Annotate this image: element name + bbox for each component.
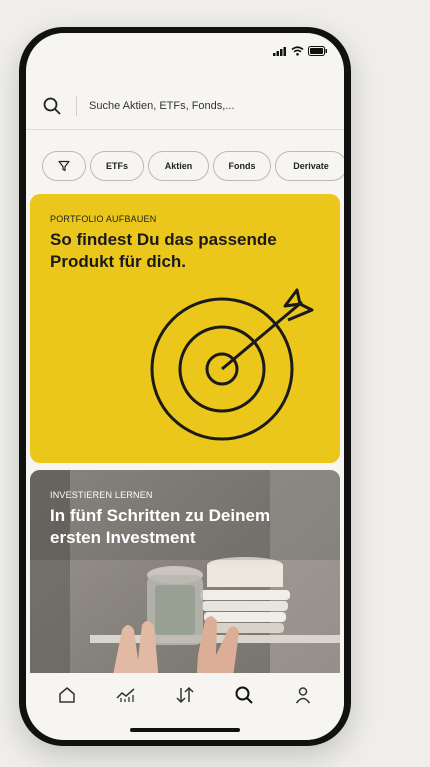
search-divider	[76, 96, 77, 116]
tab-profile[interactable]	[283, 675, 323, 715]
tab-markets[interactable]	[106, 675, 146, 715]
filter-button[interactable]	[42, 151, 86, 181]
status-bar	[273, 46, 328, 56]
chip-etfs[interactable]: ETFs	[90, 151, 144, 181]
search-input[interactable]: Suche Aktien, ETFs, Fonds,...	[89, 100, 235, 112]
search-icon	[235, 686, 253, 704]
card-title: So findest Du das passende Produkt für d…	[50, 230, 277, 271]
card-eyebrow: PORTFOLIO AUFBAUEN	[50, 214, 157, 224]
funnel-icon	[58, 160, 70, 172]
tab-home[interactable]	[47, 675, 87, 715]
chip-derivate[interactable]: Derivate	[275, 151, 344, 181]
filter-chips: ETFs Aktien Fonds Derivate	[42, 151, 344, 181]
transfer-arrows-icon	[176, 686, 194, 704]
chip-fonds[interactable]: Fonds	[213, 151, 271, 181]
chart-icon	[116, 688, 135, 702]
home-icon	[59, 687, 76, 703]
battery-icon	[308, 46, 327, 56]
phone-frame: Suche Aktien, ETFs, Fonds,... ETFs Aktie…	[19, 27, 351, 746]
signal-icon	[273, 46, 286, 56]
tab-transfer[interactable]	[165, 675, 205, 715]
chip-aktien[interactable]: Aktien	[148, 151, 209, 181]
search-icon[interactable]	[42, 96, 62, 116]
card-eyebrow: INVESTIEREN LERNEN	[50, 490, 153, 500]
search-bar[interactable]: Suche Aktien, ETFs, Fonds,...	[26, 83, 344, 130]
card-title: In fünf Schritten zu Deinem ersten Inves…	[50, 506, 271, 547]
app-screen: Suche Aktien, ETFs, Fonds,... ETFs Aktie…	[26, 33, 344, 740]
profile-icon	[295, 687, 310, 704]
tab-search[interactable]	[224, 675, 264, 715]
target-icon	[150, 288, 314, 441]
home-indicator[interactable]	[130, 728, 240, 732]
wifi-icon	[291, 46, 304, 56]
portfolio-card[interactable]: PORTFOLIO AUFBAUEN So findest Du das pas…	[30, 194, 340, 463]
